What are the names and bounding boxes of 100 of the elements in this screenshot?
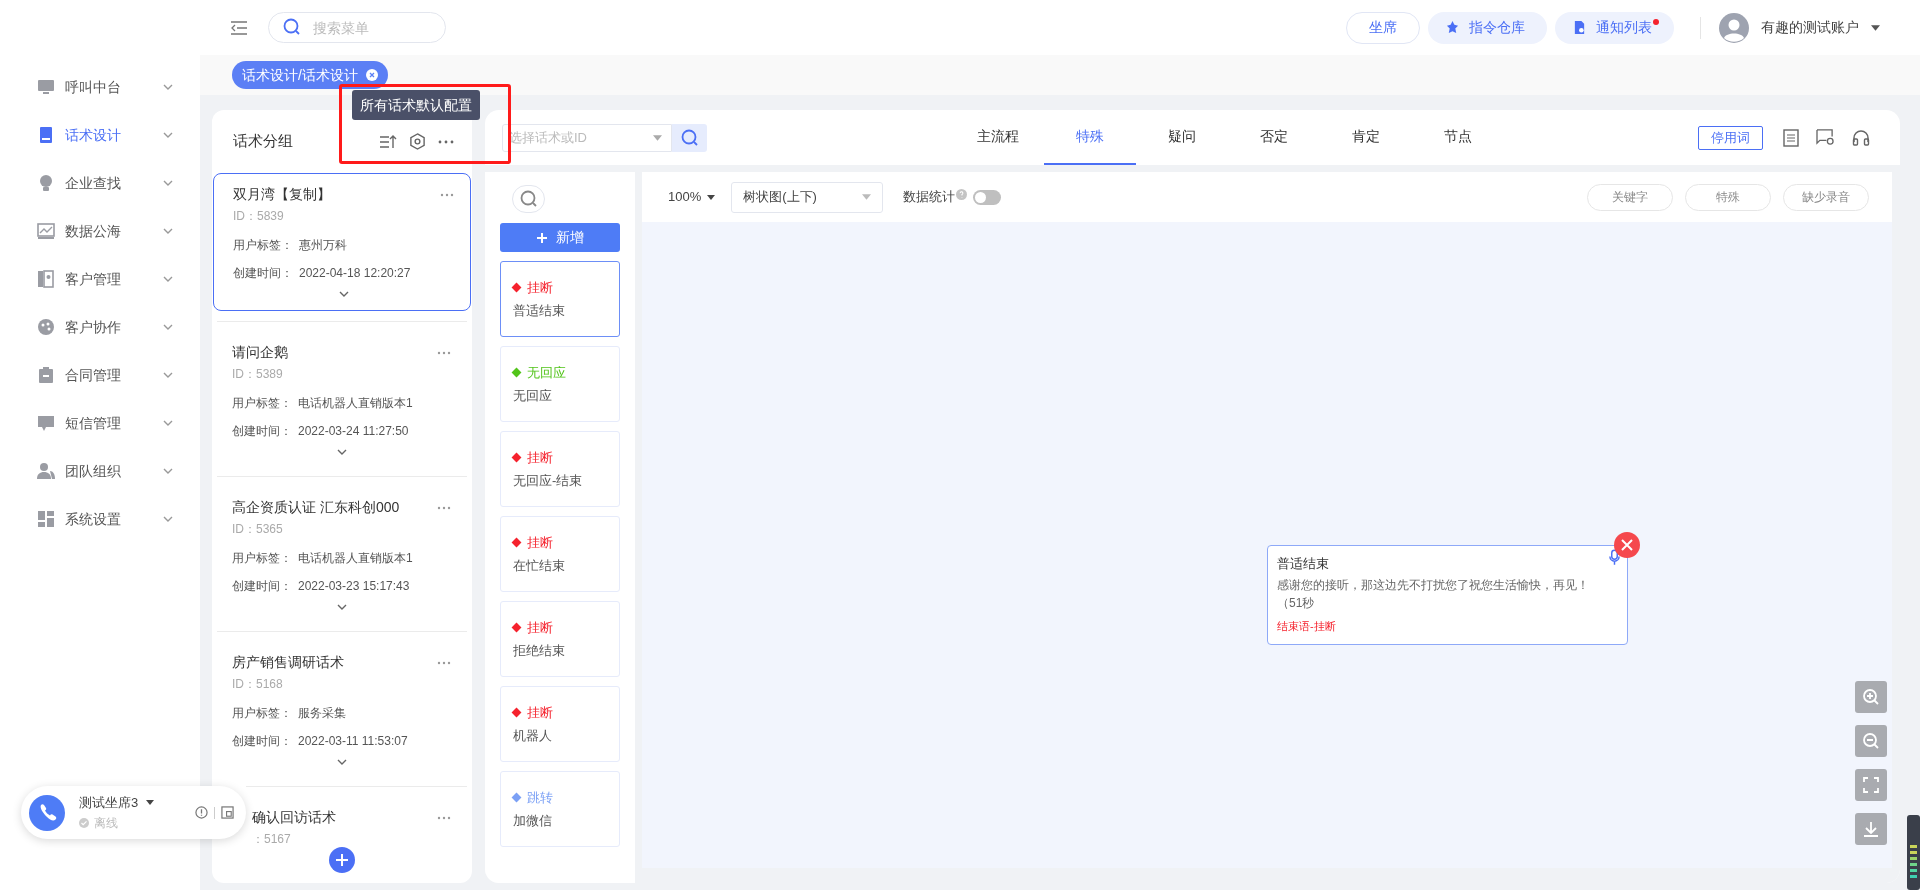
panel-title: 话术分组 xyxy=(233,131,294,152)
flow-node[interactable]: 普适结束 感谢您的接听，那这边先不打扰您了祝您生活愉快，再见！（51秒 结束语-挂断 xyxy=(1267,545,1628,645)
node-type: 挂断 xyxy=(527,619,553,637)
sidebar-item[interactable]: 系统设置 xyxy=(0,495,200,543)
field-value: 2022-03-24 11:27:50 xyxy=(298,423,409,440)
sidebar-item[interactable]: 合同管理 xyxy=(0,351,200,399)
sidebar-item[interactable]: 数据公海 xyxy=(0,207,200,255)
field-value: 电话机器人直销版本1 xyxy=(298,395,413,412)
layout-select[interactable]: 树状图(上下) xyxy=(731,181,884,213)
phone-icon[interactable] xyxy=(29,794,65,831)
status-icon xyxy=(79,818,89,829)
sidebar-item[interactable]: 话术设计 xyxy=(0,111,200,159)
clipboard-icon xyxy=(37,366,55,384)
window-icon[interactable] xyxy=(221,806,234,819)
more-icon[interactable] xyxy=(437,660,451,665)
book-icon xyxy=(37,126,55,144)
card-title: 高企资质认证 汇东科创000 xyxy=(232,498,401,517)
agent-dropdown[interactable]: 测试坐席3 xyxy=(79,792,195,813)
node-card[interactable]: 挂断 在忙结束 xyxy=(500,516,620,592)
node-card[interactable]: 挂断 普适结束 xyxy=(500,261,620,337)
node-name: 无回应 xyxy=(513,386,553,405)
sidebar-item[interactable]: 团队组织 xyxy=(0,447,200,495)
node-card[interactable]: 无回应 无回应 xyxy=(500,346,620,422)
close-icon[interactable] xyxy=(365,69,378,81)
node-card[interactable]: 挂断 无回应-结束 xyxy=(500,431,620,507)
script-card[interactable]: 高企资质认证 汇东科创000 ID：5365 用户标签： 电话机器人直销版本1 创建时间： 2022-03-23 15:17:43 xyxy=(217,476,467,631)
tooltip: 所有话术默认配置 xyxy=(352,90,480,120)
card-id: ID：5365 xyxy=(232,521,284,538)
header-button[interactable]: 坐席 xyxy=(1346,11,1420,44)
field-label: 创建时间： xyxy=(233,265,293,282)
node-title: 普适结束 xyxy=(1277,555,1330,573)
stats-toggle[interactable] xyxy=(973,189,1002,205)
field-value: 电话机器人直销版本1 xyxy=(298,550,413,567)
node-type: 无回应 xyxy=(527,364,566,382)
sidebar-item[interactable]: 短信管理 xyxy=(0,399,200,447)
field-label: 用户标签： xyxy=(233,237,293,254)
page-tab[interactable]: 话术设计/话术设计 xyxy=(232,61,388,89)
editor-tab[interactable]: 肯定 xyxy=(1320,110,1412,165)
stopwords-button[interactable]: 停用词 xyxy=(1698,125,1763,150)
node-card[interactable]: 挂断 拒绝结束 xyxy=(500,601,620,677)
node-name: 拒绝结束 xyxy=(513,641,566,660)
field-value: 惠州万科 xyxy=(299,237,347,254)
more-icon[interactable] xyxy=(437,350,451,355)
field-value: 2022-04-18 12:20:27 xyxy=(299,265,411,282)
user-menu[interactable]: 有趣的测试账户 xyxy=(1761,17,1880,38)
zoom-in-icon[interactable] xyxy=(1855,681,1887,713)
avatar-icon[interactable] xyxy=(1719,12,1749,43)
document-icon[interactable] xyxy=(1783,128,1799,147)
field-label: 用户标签： xyxy=(232,395,292,412)
sidebar-item[interactable]: 呼叫中台 xyxy=(0,63,200,111)
sidebar-item[interactable]: 企业查找 xyxy=(0,159,200,207)
editor-tab[interactable]: 疑问 xyxy=(1136,110,1228,165)
menu-collapse-icon[interactable] xyxy=(230,19,248,36)
card-id: ID：5839 xyxy=(233,208,285,225)
sidebar-item[interactable]: 客户管理 xyxy=(0,255,200,303)
download-icon[interactable] xyxy=(1855,813,1887,845)
headset-icon[interactable] xyxy=(1852,128,1870,147)
editor-tab[interactable]: 否定 xyxy=(1228,110,1320,165)
plus-icon xyxy=(536,231,548,244)
search-icon xyxy=(518,189,539,209)
node-type: 跳转 xyxy=(527,789,553,807)
palette-icon xyxy=(37,318,55,336)
more-icon[interactable] xyxy=(437,815,451,820)
node-type: 挂断 xyxy=(527,704,553,722)
fullscreen-icon[interactable] xyxy=(1855,769,1887,801)
search-field[interactable]: 搜索菜单 xyxy=(268,12,446,43)
script-select[interactable]: 选择话术或ID xyxy=(502,123,672,152)
node-name: 无回应-结束 xyxy=(513,471,584,490)
microphone-icon[interactable] xyxy=(1609,549,1620,566)
field-label: 创建时间： xyxy=(232,423,292,440)
script-card[interactable]: 请问企鹅 ID：5389 用户标签： 电话机器人直销版本1 创建时间： 2022-03-24 11:27:50 xyxy=(217,321,467,476)
node-tag: 结束语-挂断 xyxy=(1277,617,1613,634)
script-card[interactable]: 房产销售调研话术 ID：5168 用户标签： 服务采集 创建时间： 2022-03-11 11:53:07 xyxy=(217,631,467,786)
add-node-button[interactable]: 新增 xyxy=(500,223,620,252)
more-icon[interactable] xyxy=(438,139,454,144)
settings-icon[interactable] xyxy=(409,133,426,150)
zoom-out-icon[interactable] xyxy=(1855,725,1887,757)
search-button[interactable] xyxy=(672,123,707,152)
card-id: ID：5168 xyxy=(232,676,284,693)
more-icon[interactable] xyxy=(440,192,454,197)
header-button[interactable]: 通知列表 xyxy=(1555,11,1674,44)
add-icon[interactable] xyxy=(329,847,355,873)
field-value: 2022-03-23 15:17:43 xyxy=(298,578,410,595)
editor-tab[interactable]: 主流程 xyxy=(952,110,1044,165)
status-text: 离线 xyxy=(94,815,118,833)
editor-tab[interactable]: 节点 xyxy=(1412,110,1504,165)
script-card[interactable]: 确认回访话术 ：5167 xyxy=(246,786,467,846)
close-icon[interactable] xyxy=(1614,532,1640,558)
sidebar-item[interactable]: 客户协作 xyxy=(0,303,200,351)
node-card[interactable]: 跳转 加微信 xyxy=(500,771,620,847)
card-id: ：5167 xyxy=(252,831,292,848)
script-card[interactable]: 双月湾【复制】 ID：5839 用户标签： 惠州万科 创建时间： 2022-04-18 12:20:27 xyxy=(213,173,471,311)
node-name: 普适结束 xyxy=(513,301,566,320)
header-button[interactable]: 指令仓库 xyxy=(1428,11,1547,44)
node-card[interactable]: 挂断 机器人 xyxy=(500,686,620,762)
more-icon[interactable] xyxy=(437,505,451,510)
chat-settings-icon[interactable] xyxy=(1816,129,1835,146)
zoom-dropdown[interactable]: 100% xyxy=(668,187,716,207)
sort-icon[interactable] xyxy=(379,133,397,150)
info-icon[interactable] xyxy=(195,806,208,819)
